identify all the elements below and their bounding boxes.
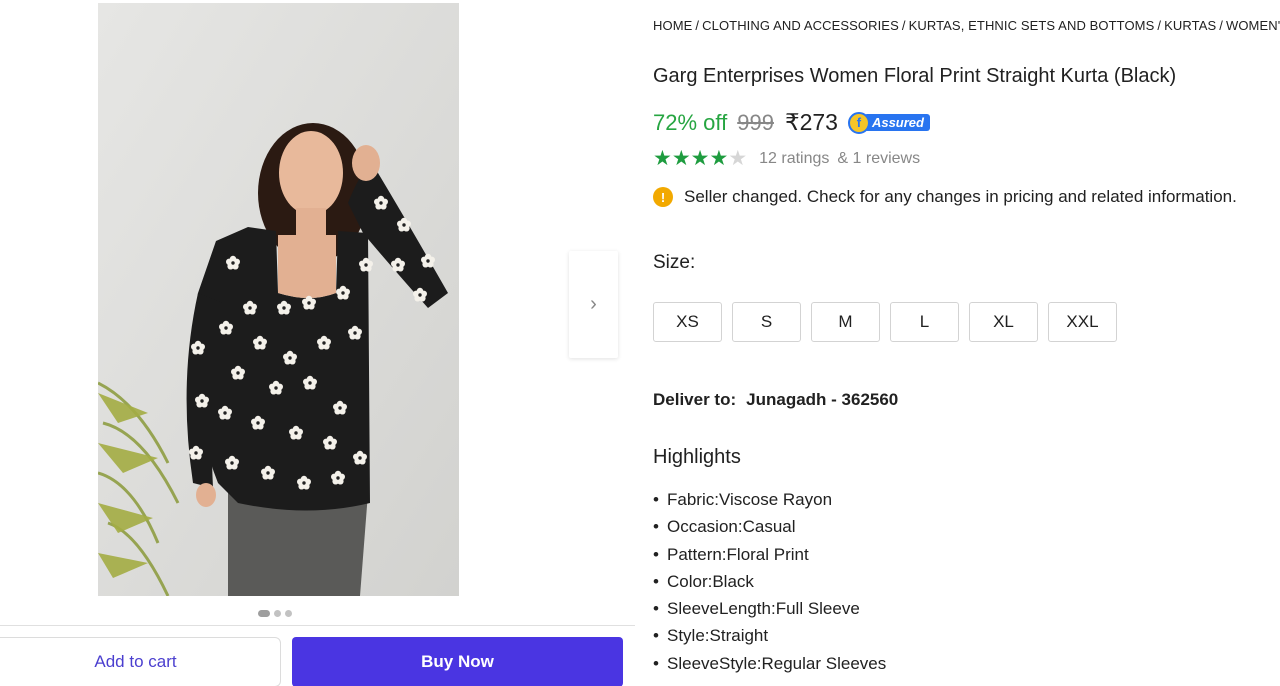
rating-stars: ★ ★ ★ ★ ★ — [653, 148, 747, 170]
deliver-label: Deliver to: — [653, 390, 737, 409]
star-icon: ★ — [728, 147, 748, 170]
breadcrumb-separator: / — [1157, 18, 1162, 33]
action-bar: Add to cart Buy Now — [0, 625, 635, 686]
highlight-text: Pattern:Floral Print — [667, 544, 809, 564]
breadcrumb: HOME / CLOTHING AND ACCESSORIES / KURTAS, ET… — [653, 18, 1280, 33]
size-label: Size: — [653, 252, 696, 273]
highlights-title: Highlights — [653, 446, 741, 468]
highlights-list: • Fabric:Viscose Rayon • Occasion:Casual • Pa… — [653, 489, 886, 680]
breadcrumb-kurtas[interactable]: KURTAS — [1164, 18, 1216, 33]
original-price: 999 — [737, 109, 774, 135]
size-option-xs[interactable]: XS — [653, 302, 722, 342]
bullet-icon: • — [653, 571, 659, 591]
product-gallery: › Add to cart Buy Now — [0, 0, 635, 686]
highlight-text: SleeveLength:Full Sleeve — [667, 599, 860, 619]
star-icon: ★ — [653, 147, 672, 170]
assured-icon: f — [847, 111, 870, 134]
highlight-item: • SleeveLength:Full Sleeve — [653, 598, 886, 625]
size-option-xl[interactable]: XL — [969, 302, 1038, 342]
ratings-count[interactable]: 12 ratings — [759, 150, 829, 168]
product-title: Garg Enterprises Women Floral Print Stra… — [653, 65, 1177, 87]
bullet-icon: • — [653, 544, 659, 564]
pager-dot[interactable] — [274, 610, 281, 617]
size-options: XS S M L XL XXL — [653, 302, 1117, 342]
highlight-text: Occasion:Casual — [667, 517, 796, 537]
delivery-info: Deliver to: Junagadh - 362560 — [653, 390, 898, 410]
rating-row: ★ ★ ★ ★ ★ 12 ratings & 1 reviews — [653, 148, 920, 170]
highlight-text: SleeveStyle:Regular Sleeves — [667, 653, 887, 673]
bullet-icon: • — [653, 626, 659, 646]
size-option-s[interactable]: S — [732, 302, 801, 342]
add-to-cart-button[interactable]: Add to cart — [0, 637, 281, 686]
buy-now-button[interactable]: Buy Now — [292, 637, 623, 686]
discount-percent: 72% off — [653, 109, 728, 135]
pager-dot[interactable] — [285, 610, 292, 617]
star-icon: ★ — [690, 147, 710, 170]
next-image-arrow-icon[interactable]: › — [569, 251, 618, 358]
pager-dot-active[interactable] — [258, 610, 270, 617]
assured-label: Assured — [863, 114, 930, 131]
size-option-xxl[interactable]: XXL — [1048, 302, 1117, 342]
selling-price: ₹273 — [784, 109, 838, 135]
breadcrumb-clothing[interactable]: CLOTHING AND ACCESSORIES — [702, 18, 899, 33]
seller-changed-notice: ! Seller changed. Check for any changes … — [653, 187, 1237, 207]
size-option-m[interactable]: M — [811, 302, 880, 342]
bullet-icon: • — [653, 599, 659, 619]
reviews-count[interactable]: & 1 reviews — [837, 150, 920, 168]
highlight-item: • Occasion:Casual — [653, 516, 886, 543]
breadcrumb-separator: / — [1219, 18, 1223, 33]
breadcrumb-kurtas-ethnic[interactable]: KURTAS, ETHNIC SETS AND BOTTOMS — [909, 18, 1155, 33]
bullet-icon: • — [653, 653, 659, 673]
star-icon: ★ — [709, 147, 729, 170]
highlight-text: Style:Straight — [667, 626, 769, 646]
highlight-item: • SleeveStyle:Regular Sleeves — [653, 653, 886, 680]
breadcrumb-separator: / — [695, 18, 700, 33]
info-icon: ! — [653, 187, 673, 207]
assured-badge: f Assured — [847, 111, 930, 134]
product-details: HOME / CLOTHING AND ACCESSORIES / KURTAS, ET… — [653, 0, 1280, 686]
product-image[interactable] — [98, 3, 459, 596]
highlight-text: Color:Black — [667, 571, 754, 591]
size-option-l[interactable]: L — [890, 302, 959, 342]
highlight-item: • Pattern:Floral Print — [653, 544, 886, 571]
star-icon: ★ — [671, 147, 691, 170]
notice-text: Seller changed. Check for any changes in… — [684, 187, 1237, 206]
image-pager-dots — [258, 610, 292, 617]
bullet-icon: • — [653, 517, 659, 537]
highlight-text: Fabric:Viscose Rayon — [667, 490, 833, 509]
price-row: 72% off 999 ₹273 f Assured — [653, 109, 930, 136]
breadcrumb-home[interactable]: HOME — [653, 18, 692, 33]
highlight-item: • Fabric:Viscose Rayon — [653, 489, 886, 516]
breadcrumb-womens-kurtas[interactable]: WOMEN'S KURTAS — [1226, 18, 1280, 33]
highlight-item: • Color:Black — [653, 571, 886, 598]
delivery-location[interactable]: Junagadh - 362560 — [746, 390, 898, 409]
highlight-item: • Style:Straight — [653, 625, 886, 652]
breadcrumb-separator: / — [901, 18, 906, 33]
bullet-icon: • — [653, 490, 659, 509]
